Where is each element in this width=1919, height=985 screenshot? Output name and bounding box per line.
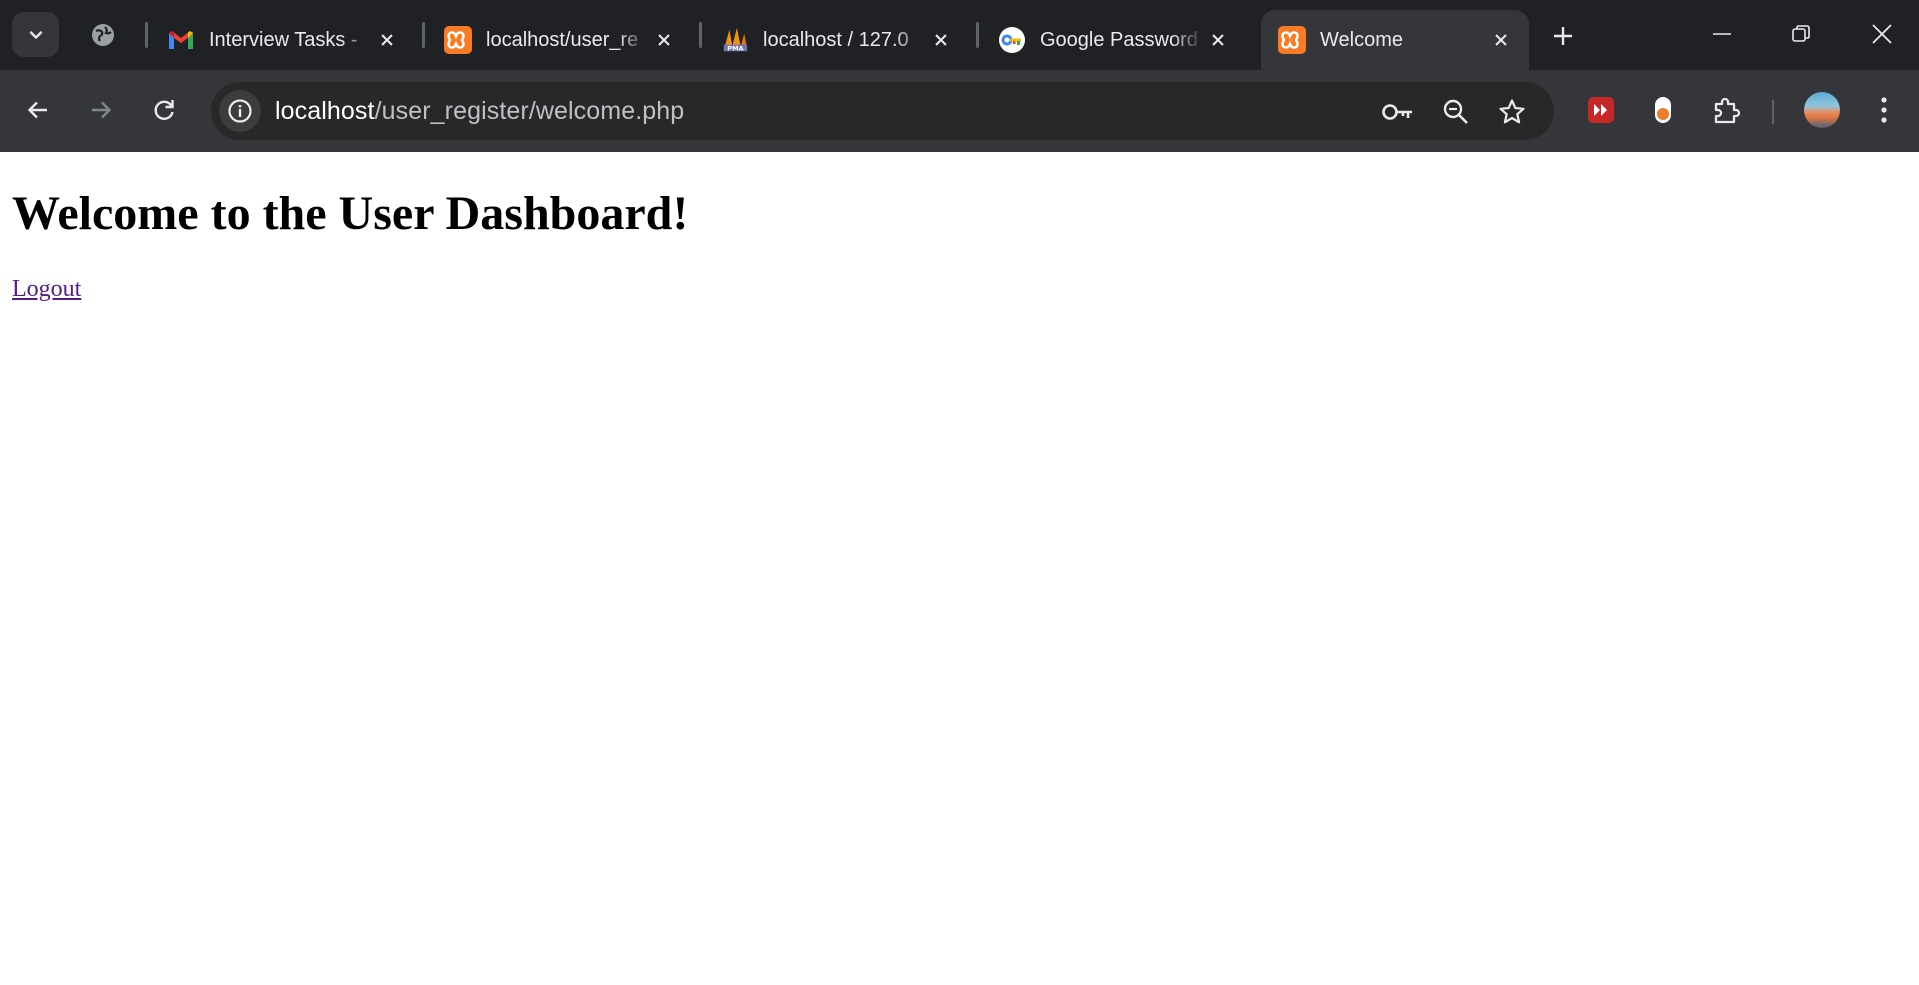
tab-localhost-user-register[interactable]: localhost/user_re: [427, 10, 692, 70]
tab-search-button[interactable]: [12, 12, 59, 57]
minimize-icon: [1713, 33, 1731, 35]
close-tab-icon[interactable]: [1204, 26, 1232, 54]
tab-separator: [976, 22, 979, 48]
tab-phpmyadmin[interactable]: PMA localhost / 127.0: [704, 10, 969, 70]
extension-forward-button[interactable]: [1581, 90, 1621, 130]
reload-icon: [154, 100, 174, 120]
close-tab-icon[interactable]: [373, 26, 401, 54]
url-text[interactable]: localhost/user_register/welcome.php: [275, 97, 684, 126]
page-title: Welcome to the User Dashboard!: [12, 187, 689, 240]
tab-welcome[interactable]: Welcome: [1261, 10, 1529, 70]
google-password-manager-icon: [998, 26, 1026, 54]
tab-separator: [422, 22, 425, 48]
info-icon: [228, 99, 252, 123]
close-tab-icon[interactable]: [650, 26, 678, 54]
browser-menu-button[interactable]: [1864, 90, 1904, 130]
tab-strip: Interview Tasks - localhost/user_re PMA …: [0, 0, 1919, 70]
arrow-right-icon: [92, 101, 112, 119]
zoom-out-icon: [1443, 99, 1468, 124]
forward-button[interactable]: [81, 90, 121, 130]
close-tab-icon[interactable]: [1487, 26, 1515, 54]
close-icon: [1872, 24, 1892, 44]
tab-separator: [699, 22, 702, 48]
more-vert-icon: [1881, 97, 1887, 123]
chevron-down-icon: [29, 30, 42, 39]
plus-icon: [1554, 27, 1572, 45]
close-tab-icon[interactable]: [927, 26, 955, 54]
minimize-button[interactable]: [1702, 14, 1742, 54]
reload-button[interactable]: [144, 90, 184, 130]
pinned-tab-globe[interactable]: [88, 20, 118, 50]
back-button[interactable]: [18, 90, 58, 130]
star-icon: [1499, 99, 1525, 124]
xampp-icon: [444, 26, 472, 54]
tab-google-password-manager[interactable]: Google Password: [981, 10, 1246, 70]
extension-toggle-button[interactable]: [1643, 90, 1683, 130]
arrow-left-icon: [27, 101, 47, 119]
puzzle-piece-icon: [1714, 97, 1741, 124]
tab-interview-tasks[interactable]: Interview Tasks -: [150, 10, 415, 70]
fast-forward-icon: [1588, 97, 1614, 123]
close-window-button[interactable]: [1862, 14, 1902, 54]
key-icon: [1382, 104, 1412, 120]
tab-title: Welcome: [1320, 28, 1403, 51]
url-path: /user_register/welcome.php: [374, 97, 685, 125]
logout-link[interactable]: Logout: [12, 276, 81, 303]
password-key-button[interactable]: [1381, 95, 1415, 129]
xampp-icon: [1278, 26, 1306, 54]
restore-button[interactable]: [1781, 14, 1821, 54]
tab-title: localhost / 127.0: [763, 28, 909, 51]
page-content: Welcome to the User Dashboard! Logout: [0, 152, 1919, 985]
url-host: localhost: [275, 97, 375, 125]
gmail-icon: [167, 26, 195, 54]
profile-avatar[interactable]: [1804, 92, 1840, 128]
tab-separator: [145, 22, 148, 48]
tab-title: localhost/user_re: [486, 28, 639, 51]
extensions-button[interactable]: [1707, 90, 1747, 130]
tab-title: Google Password: [1040, 28, 1198, 51]
address-bar[interactable]: localhost/user_register/welcome.php: [211, 82, 1554, 140]
browser-toolbar: localhost/user_register/welcome.php: [0, 70, 1919, 152]
tab-title: Interview Tasks -: [209, 28, 358, 51]
toggle-icon: [1655, 97, 1671, 123]
zoom-button[interactable]: [1439, 95, 1473, 129]
toolbar-divider: [1772, 100, 1774, 124]
bookmark-button[interactable]: [1495, 95, 1529, 129]
restore-icon: [1792, 25, 1810, 42]
phpmyadmin-icon: PMA: [721, 26, 749, 54]
site-info-button[interactable]: [219, 90, 261, 132]
new-tab-button[interactable]: [1547, 20, 1579, 52]
svg-text:PMA: PMA: [727, 44, 744, 52]
globe-icon: [92, 24, 114, 46]
